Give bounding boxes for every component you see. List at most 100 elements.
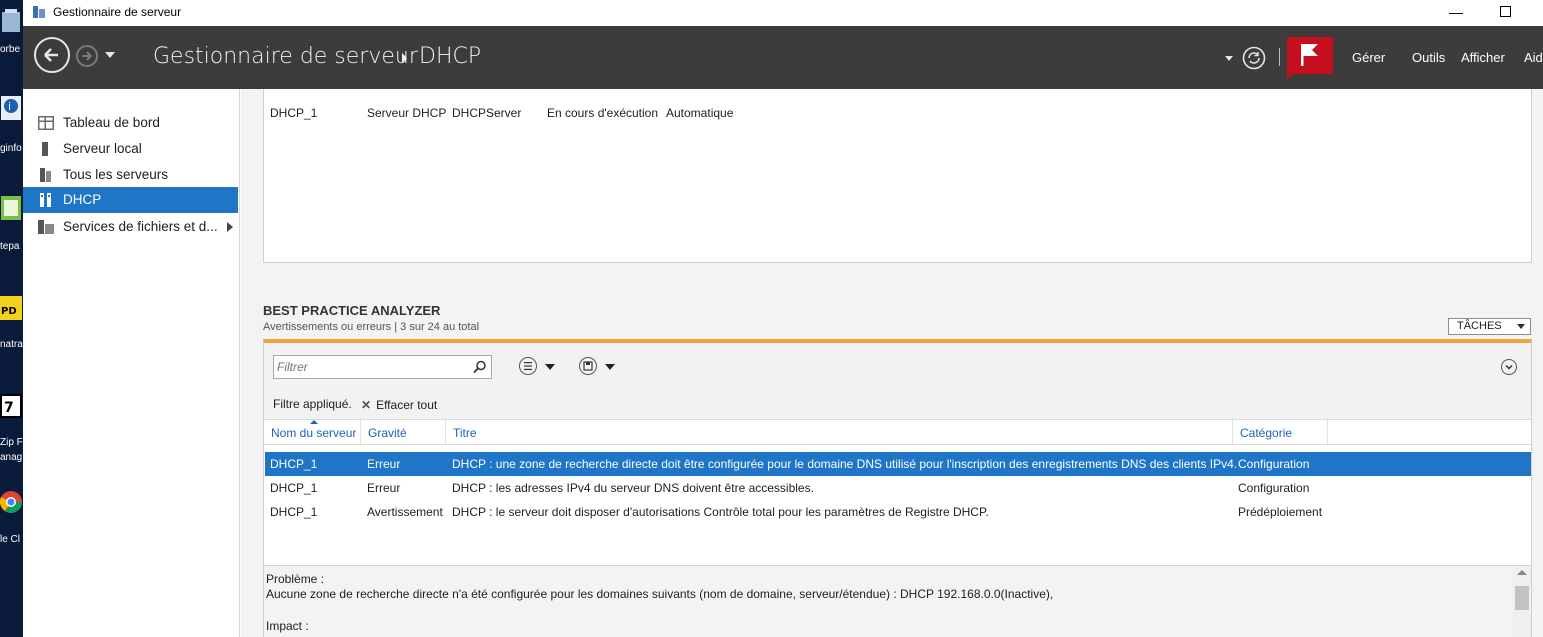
desktop-icon-label: ginfo: [0, 143, 22, 154]
service-name[interactable]: DHCPServer: [452, 106, 521, 120]
chevron-down-icon: [1517, 324, 1525, 329]
cell-server-name: DHCP_1: [270, 505, 318, 519]
clear-all-button[interactable]: ✕ Effacer tout: [361, 398, 437, 412]
tasks-label: TÂCHES: [1457, 320, 1502, 332]
menu-tools[interactable]: Outils: [1412, 50, 1445, 65]
desktop-icon-bginfo[interactable]: i: [0, 94, 23, 124]
filter-box[interactable]: [273, 355, 492, 379]
dashboard-icon: [38, 116, 54, 130]
expand-toolbar-button[interactable]: [1501, 359, 1517, 375]
svg-text:PD: PD: [1, 306, 17, 317]
maximize-icon: [1500, 6, 1511, 17]
bpa-section-title: BEST PRACTICE ANALYZER: [263, 303, 441, 318]
sidebar-item-label: DHCP: [63, 192, 102, 207]
column-header-category[interactable]: Catégorie: [1240, 426, 1292, 440]
refresh-icon: [1242, 46, 1266, 70]
scroll-up-icon[interactable]: [1517, 570, 1527, 575]
maximize-button[interactable]: [1483, 2, 1529, 24]
service-display-name[interactable]: Serveur DHCP: [367, 106, 446, 120]
view-options-button[interactable]: [519, 357, 559, 377]
header-dropdown-icon[interactable]: [1225, 56, 1233, 61]
expand-arrow-icon[interactable]: [227, 222, 233, 232]
history-dropdown-icon[interactable]: [105, 52, 115, 58]
minimize-icon: —: [1449, 4, 1463, 20]
cell-category: Prédéploiement: [1238, 505, 1323, 519]
cell-title: DHCP : une zone de recherche directe doi…: [452, 457, 1238, 471]
sidebar-item-label: Tous les serveurs: [63, 167, 169, 182]
service-server-name[interactable]: DHCP_1: [270, 106, 317, 120]
cell-title: DHCP : les adresses IPv4 du serveur DNS …: [452, 481, 814, 495]
clear-all-label: Effacer tout: [376, 398, 438, 412]
column-divider[interactable]: [1232, 420, 1233, 444]
back-arrow-icon: [44, 48, 58, 62]
column-header-severity[interactable]: Gravité: [368, 426, 407, 440]
forward-arrow-icon: [82, 51, 92, 61]
bpa-toolbar: Filtre appliqué. ✕ Effacer tout: [264, 343, 1531, 419]
desktop-icon-label: tepa: [0, 241, 20, 252]
sidebar-item-file-services[interactable]: Services de fichiers et d...: [23, 214, 238, 240]
window-title-bar: Gestionnaire de serveur —: [23, 0, 1543, 26]
details-scrollbar[interactable]: [1513, 566, 1531, 637]
back-button[interactable]: [34, 37, 70, 73]
desktop-icon-label: Zip F: [0, 437, 23, 448]
breadcrumb-root[interactable]: Gestionnaire de serveur: [153, 44, 418, 69]
service-status[interactable]: En cours d'exécution: [547, 106, 658, 120]
app-header: Gestionnaire de serveur DHCP Gérer Outil…: [23, 26, 1543, 89]
grid-header: Nom du serveur Gravité Titre Catégorie: [264, 419, 1531, 445]
breadcrumb-current: DHCP: [419, 44, 482, 69]
minimize-button[interactable]: —: [1433, 2, 1479, 24]
sidebar-item-all-servers[interactable]: Tous les serveurs: [23, 162, 238, 188]
service-start-type[interactable]: Automatique: [666, 106, 733, 120]
desktop-icon-pdf[interactable]: PD: [0, 294, 23, 324]
cell-severity: Erreur: [367, 457, 401, 471]
chevron-down-icon: [545, 364, 555, 370]
chevron-down-icon: [605, 364, 615, 370]
save-icon: [579, 357, 597, 375]
desktop-icon-chrome[interactable]: [0, 488, 23, 518]
table-row[interactable]: DHCP_1 Erreur DHCP : les adresses IPv4 d…: [265, 476, 1531, 500]
sidebar: Tableau de bord Serveur local Tous les s…: [23, 89, 240, 637]
sidebar-item-label: Serveur local: [63, 141, 142, 156]
sidebar-item-dhcp[interactable]: DHCP: [23, 187, 238, 213]
menu-manage[interactable]: Gérer: [1352, 50, 1385, 65]
desktop-icon-label: le Cl: [0, 534, 21, 545]
header-divider: [1279, 48, 1280, 66]
column-divider[interactable]: [1327, 420, 1328, 444]
details-pane: Problème : Aucune zone de recherche dire…: [264, 565, 1531, 637]
table-row[interactable]: DHCP_1 Avertissement DHCP : le serveur d…: [265, 500, 1531, 524]
flag-icon: [1287, 44, 1318, 80]
filter-input[interactable]: [277, 359, 467, 375]
cell-category: Configuration: [1238, 481, 1310, 495]
svg-text:i: i: [8, 100, 11, 113]
sidebar-item-local-server[interactable]: Serveur local: [23, 136, 238, 162]
column-header-server-name[interactable]: Nom du serveur: [271, 426, 356, 440]
scroll-thumb[interactable]: [1515, 586, 1529, 610]
tasks-dropdown[interactable]: TÂCHES: [1448, 318, 1531, 335]
bpa-section-subtitle: Avertissements ou erreurs | 3 sur 24 au …: [263, 321, 480, 333]
sidebar-item-label: Services de fichiers et d...: [63, 219, 218, 234]
sidebar-item-dashboard[interactable]: Tableau de bord: [23, 110, 238, 136]
filter-applied-label: Filtre appliqué.: [273, 397, 352, 411]
menu-help[interactable]: Aide: [1524, 50, 1543, 65]
column-header-title[interactable]: Titre: [453, 426, 477, 440]
cell-category: Configuration: [1238, 457, 1310, 471]
bpa-panel: Filtre appliqué. ✕ Effacer tout Nom du se…: [263, 339, 1532, 637]
column-divider[interactable]: [360, 420, 361, 444]
cell-server-name: DHCP_1: [270, 481, 318, 495]
servers-icon: [40, 168, 51, 182]
desktop-icon-label: orbe: [0, 44, 21, 55]
desktop-icon-notepad[interactable]: [0, 194, 23, 224]
forward-button[interactable]: [76, 45, 98, 67]
save-query-button[interactable]: [579, 357, 619, 377]
table-row[interactable]: DHCP_1 Erreur DHCP : une zone de recherc…: [265, 452, 1531, 476]
refresh-button[interactable]: [1242, 46, 1266, 70]
notifications-button[interactable]: [1287, 37, 1333, 80]
desktop-icon-label: anag: [0, 452, 23, 463]
menu-view[interactable]: Afficher: [1461, 50, 1505, 65]
search-icon[interactable]: [473, 360, 487, 374]
desktop-icon-7zip[interactable]: 7: [0, 392, 23, 422]
problem-label: Problème :: [266, 572, 325, 586]
desktop-icon-recycle[interactable]: [0, 6, 23, 36]
column-divider[interactable]: [445, 420, 446, 444]
server-icon: [42, 142, 48, 156]
